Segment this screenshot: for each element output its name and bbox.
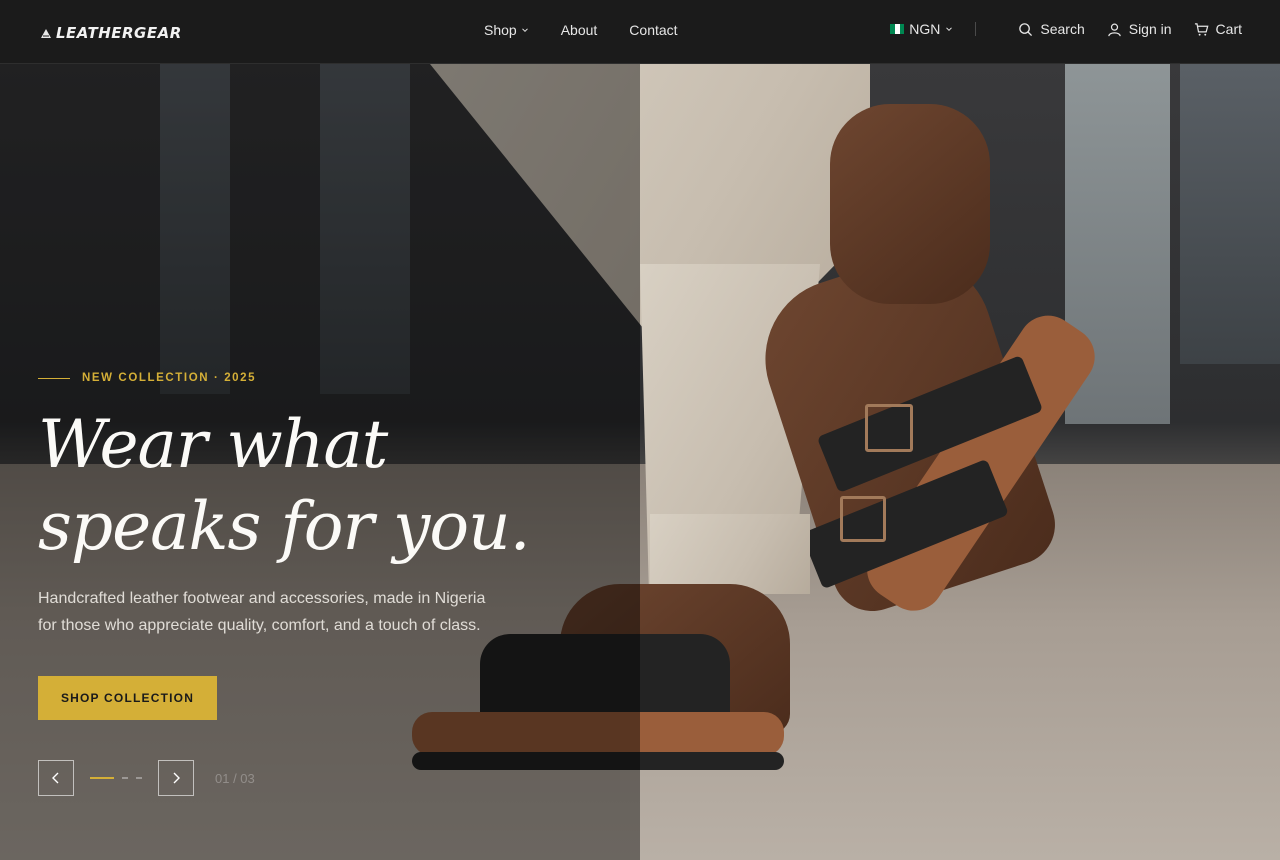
search-label: Search: [1040, 21, 1085, 37]
nav-contact-label: Contact: [629, 22, 678, 38]
headline-line-1: Wear what: [38, 406, 388, 483]
nav-shop-label: Shop: [484, 22, 517, 38]
sign-in-label: Sign in: [1128, 21, 1172, 37]
hand: [830, 104, 990, 304]
chevron-down-icon: [946, 27, 953, 32]
slide-indicator[interactable]: [122, 777, 128, 779]
stitch-mark-icon: [41, 29, 51, 38]
hero-eyebrow: NEW COLLECTION · 2025: [38, 372, 256, 384]
search-icon: [1019, 22, 1033, 36]
cart-button[interactable]: Cart: [1194, 21, 1242, 37]
user-icon: [1108, 23, 1121, 36]
slide-controls: 01 / 03: [38, 760, 255, 796]
sandal-buckle: [840, 496, 886, 542]
nav-contact[interactable]: Contact: [629, 22, 677, 38]
main-nav: Shop About Contact: [484, 22, 678, 38]
slide-indicators: [90, 777, 142, 779]
utility-nav: NGN Search Sign in Cart: [890, 21, 1242, 37]
slide-indicator-active[interactable]: [90, 777, 114, 779]
site-header: LEATHERGEAR Shop About Contact NGN Searc…: [0, 0, 1280, 64]
currency-label: NGN: [909, 21, 941, 37]
currency-selector[interactable]: NGN: [890, 21, 953, 37]
hero-banner: NEW COLLECTION · 2025 Wear what speaks f…: [0, 64, 1280, 860]
sign-in-button[interactable]: Sign in: [1107, 21, 1172, 37]
headline-line-2: speaks for you.: [38, 488, 531, 565]
chevron-left-icon: [52, 772, 59, 784]
eyebrow-text: NEW COLLECTION · 2025: [82, 372, 257, 384]
brand-name: LEATHERGEAR: [56, 24, 182, 42]
shop-collection-button[interactable]: SHOP COLLECTION: [38, 676, 217, 720]
hero-description: Handcrafted leather footwear and accesso…: [38, 590, 486, 634]
nav-shop[interactable]: Shop: [484, 22, 529, 38]
trouser-leg: [650, 514, 810, 594]
nigeria-flag-icon: [890, 24, 905, 34]
slide-counter: 01 / 03: [215, 770, 255, 786]
previous-slide-button[interactable]: [38, 760, 74, 796]
chevron-down-icon: [521, 28, 528, 33]
search-button[interactable]: Search: [1018, 21, 1085, 37]
brand-logo[interactable]: LEATHERGEAR: [40, 24, 182, 42]
sandal-buckle: [865, 404, 913, 452]
nav-about-label: About: [560, 22, 598, 38]
cart-label: Cart: [1215, 21, 1242, 37]
background-window: [1180, 64, 1280, 364]
chevron-right-icon: [173, 772, 180, 784]
slide-indicator[interactable]: [136, 777, 142, 779]
hero-headline: Wear what speaks for you.: [38, 404, 598, 568]
eyebrow-line: [38, 377, 70, 379]
nav-about[interactable]: About: [561, 22, 598, 38]
nav-divider: [975, 22, 977, 36]
cart-icon: [1194, 22, 1209, 36]
next-slide-button[interactable]: [158, 760, 194, 796]
